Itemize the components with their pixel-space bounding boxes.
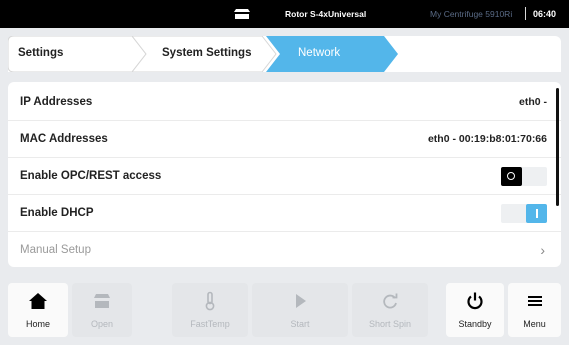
open-button[interactable]: Open: [72, 283, 132, 337]
device-name: My Centrifuge 5910Ri: [430, 9, 513, 19]
scrollbar[interactable]: [556, 88, 559, 206]
fasttemp-button[interactable]: FastTemp: [172, 283, 248, 337]
home-icon: [29, 293, 47, 309]
row-label: MAC Addresses: [20, 133, 108, 145]
hamburger-menu-icon: [527, 296, 542, 306]
breadcrumb: Settings System Settings Network: [8, 36, 561, 72]
breadcrumb-label: System Settings: [162, 47, 252, 59]
menu-button[interactable]: Menu: [508, 283, 561, 337]
status-bar: Rotor S-4xUniversal My Centrifuge 5910Ri…: [0, 0, 569, 28]
rotor-icon: [234, 9, 250, 19]
status-divider: [525, 7, 526, 20]
network-settings-panel: IP Addresses eth0 - MAC Addresses eth0 -…: [8, 82, 561, 267]
opc-rest-toggle[interactable]: [501, 167, 547, 186]
nav-label: Short Spin: [368, 319, 412, 329]
row-label: Enable OPC/REST access: [20, 170, 162, 182]
thermometer-icon: [205, 291, 215, 311]
dhcp-toggle[interactable]: [501, 204, 547, 223]
play-icon: [296, 294, 306, 308]
short-spin-button[interactable]: Short Spin: [352, 283, 428, 337]
row-label: IP Addresses: [20, 96, 93, 108]
start-button[interactable]: Start: [252, 283, 348, 337]
row-label: Enable DHCP: [20, 207, 94, 219]
ip-address-value: eth0 -: [518, 96, 547, 108]
open-lid-icon: [94, 294, 110, 308]
nav-label: Home: [25, 319, 50, 329]
nav-label: Standby: [458, 319, 492, 329]
home-button[interactable]: Home: [8, 283, 68, 337]
toggle-knob-off: [501, 167, 522, 186]
breadcrumb-label: Settings: [18, 47, 64, 59]
breadcrumb-system-settings[interactable]: System Settings: [132, 36, 282, 72]
mac-addresses-row: MAC Addresses eth0 - 00:19:b8:01:70:66: [8, 121, 561, 158]
breadcrumb-network[interactable]: Network: [266, 36, 406, 72]
toggle-knob-on: [526, 204, 547, 223]
standby-button[interactable]: Standby: [446, 283, 504, 337]
power-icon: [467, 292, 483, 310]
enable-opc-rest-row: Enable OPC/REST access: [8, 158, 561, 195]
breadcrumb-label: Network: [298, 47, 341, 59]
refresh-icon: [383, 293, 398, 309]
bottom-nav: Home Open FastTemp Start Short Spin Stan…: [0, 275, 569, 345]
toggle-off-icon: [507, 172, 515, 180]
manual-setup-row[interactable]: Manual Setup ›: [8, 232, 561, 267]
ip-addresses-row: IP Addresses eth0 -: [8, 84, 561, 121]
nav-label: FastTemp: [190, 319, 230, 329]
chevron-right-icon: ›: [540, 242, 545, 258]
clock: 06:40: [533, 9, 557, 19]
row-label: Manual Setup: [20, 244, 91, 256]
nav-label: Open: [90, 319, 114, 329]
mac-address-value: eth0 - 00:19:b8:01:70:66: [427, 133, 547, 145]
rotor-name: Rotor S-4xUniversal: [285, 9, 367, 19]
breadcrumb-settings[interactable]: Settings: [8, 36, 148, 72]
nav-label: Start: [290, 319, 310, 329]
enable-dhcp-row: Enable DHCP: [8, 195, 561, 232]
toggle-on-icon: [536, 209, 538, 218]
nav-label: Menu: [523, 319, 546, 329]
